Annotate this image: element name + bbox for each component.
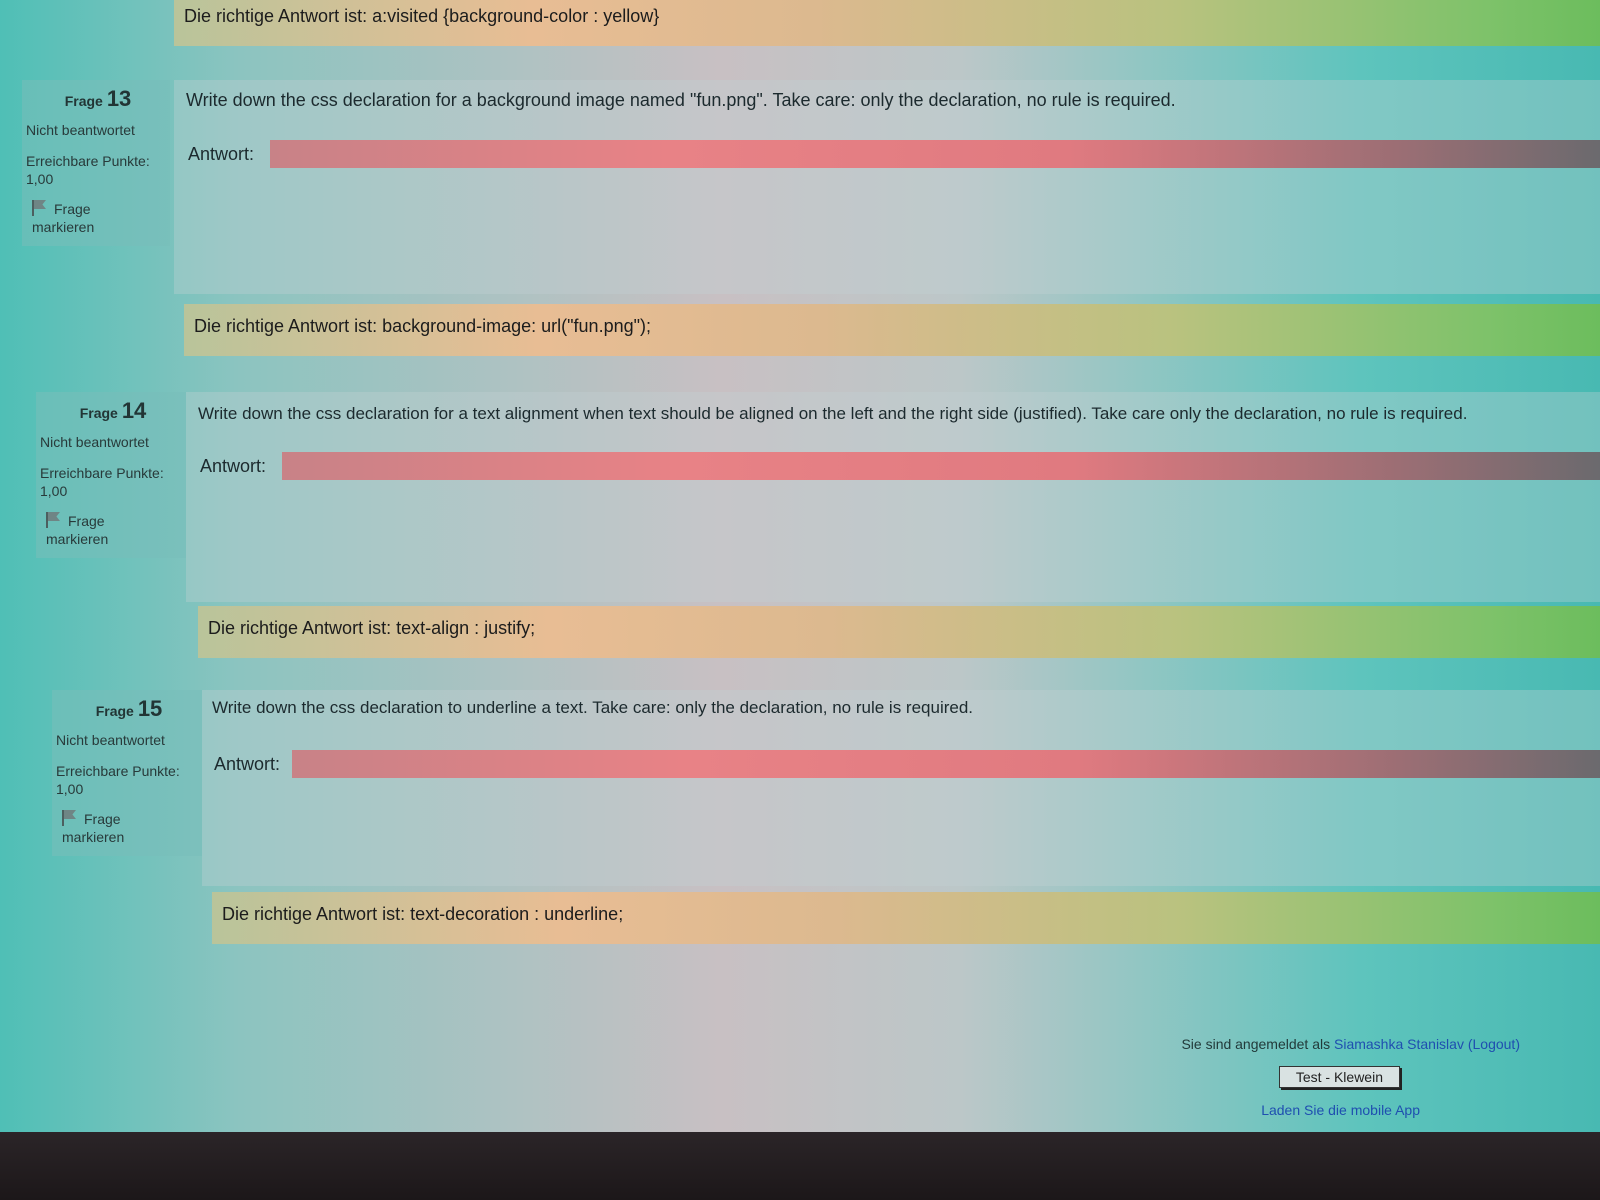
answer-input[interactable] (292, 750, 1600, 778)
answer-label: Antwort: (188, 144, 255, 164)
feedback-text: Die richtige Antwort ist: text-decoratio… (222, 904, 624, 924)
question-label: Frage (95, 703, 134, 719)
flag-label-line1: Frage (54, 201, 91, 217)
points-value: 1,00 (26, 171, 54, 187)
question-state: Nicht beantwortet (40, 434, 149, 450)
flag-label-line2: markieren (62, 829, 125, 845)
question-text: Write down the css declaration to underl… (212, 698, 974, 717)
points-value: 1,00 (56, 781, 84, 797)
points-value: 1,00 (40, 483, 68, 499)
question-number-value: 15 (137, 696, 163, 721)
question-text: Write down the css declaration for a tex… (198, 404, 1468, 423)
question-number-value: 13 (106, 86, 132, 111)
question-state: Nicht beantwortet (26, 122, 135, 138)
flag-label-line2: markieren (32, 219, 95, 235)
flag-icon (46, 512, 60, 528)
question-points: Erreichbare Punkte: 1,00 (56, 762, 202, 798)
question-text: Write down the css declaration for a bac… (186, 90, 1176, 110)
feedback-text: Die richtige Antwort ist: background-ima… (194, 316, 651, 336)
feedback-q15: Die richtige Antwort ist: text-decoratio… (212, 892, 1600, 944)
answer-input[interactable] (282, 452, 1600, 480)
course-home-button[interactable]: Test - Klewein (1278, 1066, 1400, 1088)
page-footer: Sie sind angemeldet als Siamashka Stanis… (1100, 1036, 1520, 1118)
question-info-15: Frage 15 Nicht beantwortet Erreichbare Pu… (52, 690, 202, 856)
flag-question-button[interactable]: Frage markieren (40, 512, 186, 548)
question-number-value: 14 (121, 398, 147, 423)
question-number: Frage 13 (26, 86, 170, 112)
browser-viewport: Die richtige Antwort ist: a:visited {bac… (0, 0, 1600, 1132)
flag-label-line2: markieren (46, 531, 109, 547)
points-label: Erreichbare Punkte: (26, 153, 150, 169)
feedback-q13: Die richtige Antwort ist: background-ima… (184, 304, 1600, 356)
flag-icon (32, 200, 46, 216)
mobile-app-link[interactable]: Laden Sie die mobile App (1100, 1102, 1420, 1118)
flag-label-line1: Frage (84, 811, 121, 827)
question-label: Frage (64, 93, 103, 109)
question-state: Nicht beantwortet (56, 732, 165, 748)
monitor-bezel (0, 1132, 1600, 1200)
flag-question-button[interactable]: Frage markieren (56, 810, 202, 846)
flag-question-button[interactable]: Frage markieren (26, 200, 170, 236)
points-label: Erreichbare Punkte: (56, 763, 180, 779)
answer-label: Antwort: (214, 754, 281, 774)
question-content-15: Write down the css declaration to underl… (202, 690, 1600, 886)
question-info-13: Frage 13 Nicht beantwortet Erreichbare Pu… (22, 80, 170, 246)
feedback-text: Die richtige Antwort ist: a:visited {bac… (184, 6, 660, 26)
question-points: Erreichbare Punkte: 1,00 (40, 464, 186, 500)
flag-label-line1: Frage (68, 513, 105, 529)
question-content-14: Write down the css declaration for a tex… (186, 392, 1600, 602)
question-info-14: Frage 14 Nicht beantwortet Erreichbare Pu… (36, 392, 186, 558)
logout-link[interactable]: (Logout) (1468, 1036, 1520, 1052)
feedback-q14: Die richtige Antwort ist: text-align : j… (198, 606, 1600, 658)
answer-input[interactable] (270, 140, 1600, 168)
question-number: Frage 14 (40, 398, 186, 424)
flag-icon (62, 810, 76, 826)
question-number: Frage 15 (56, 696, 202, 722)
question-content-13: Write down the css declaration for a bac… (174, 80, 1600, 294)
question-label: Frage (79, 405, 118, 421)
points-label: Erreichbare Punkte: (40, 465, 164, 481)
question-points: Erreichbare Punkte: 1,00 (26, 152, 170, 188)
login-info-prefix: Sie sind angemeldet als (1181, 1036, 1331, 1052)
answer-label: Antwort: (200, 456, 267, 476)
feedback-text: Die richtige Antwort ist: text-align : j… (208, 618, 536, 638)
login-info: Sie sind angemeldet als Siamashka Stanis… (1100, 1036, 1520, 1052)
feedback-q12: Die richtige Antwort ist: a:visited {bac… (174, 0, 1600, 46)
user-profile-link[interactable]: Siamashka Stanislav (1334, 1036, 1464, 1052)
